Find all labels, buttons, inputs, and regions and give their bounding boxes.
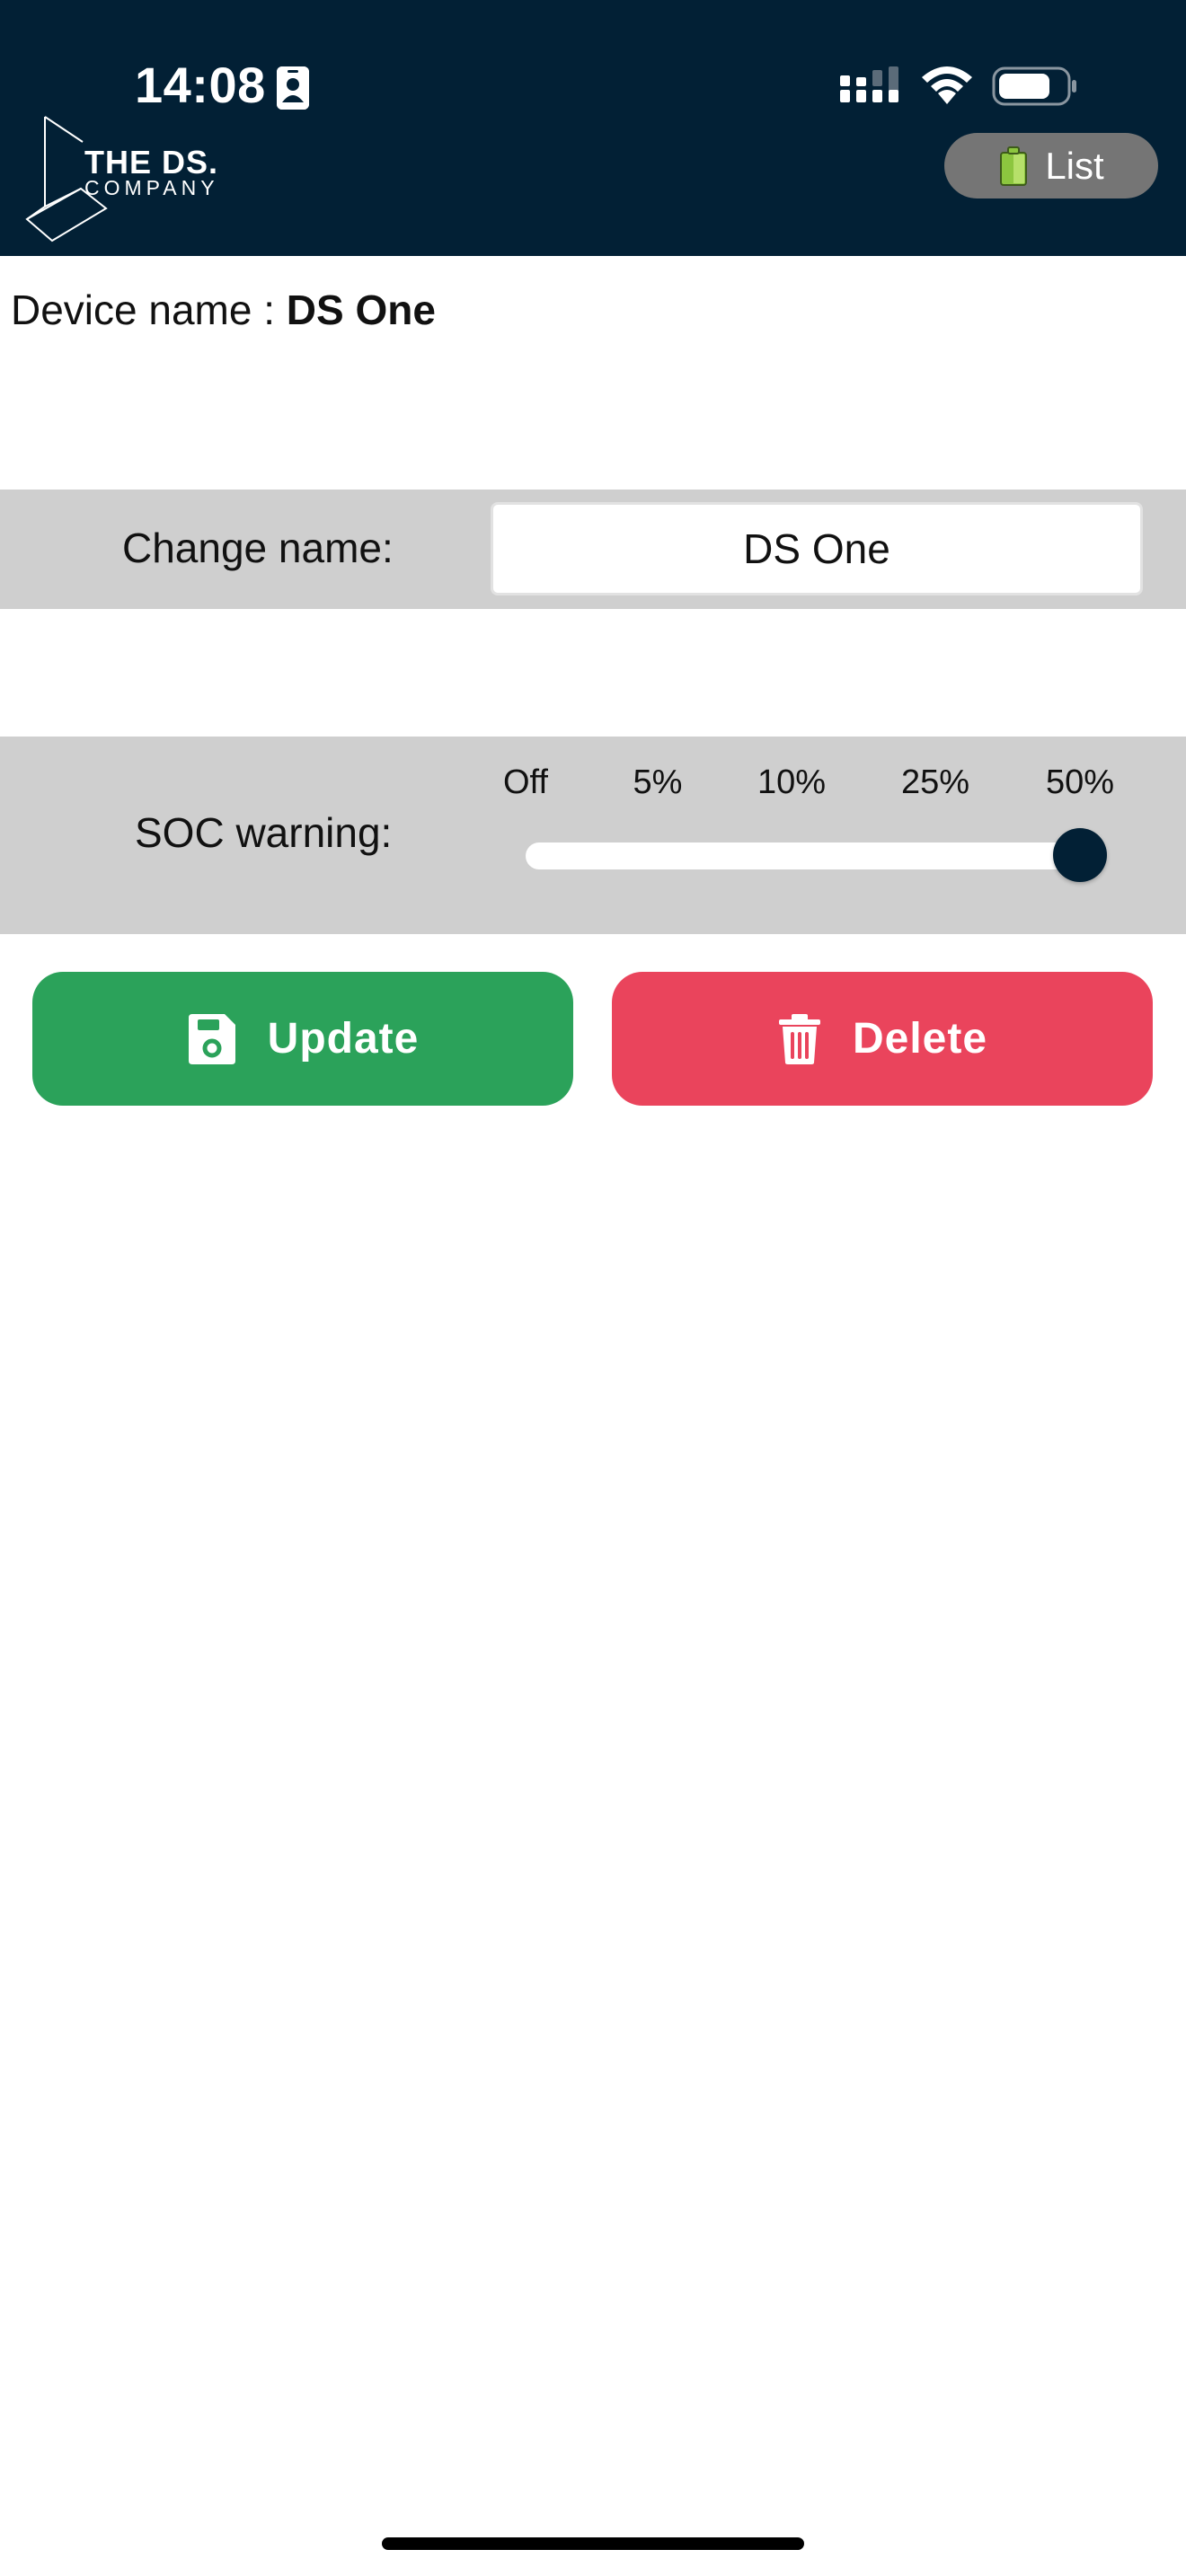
delete-button[interactable]: Delete: [612, 972, 1153, 1106]
list-button-label: List: [1045, 144, 1104, 187]
delete-button-label: Delete: [852, 1015, 988, 1063]
trash-icon: [778, 1013, 820, 1064]
soc-option-50[interactable]: 50%: [1046, 763, 1114, 802]
status-time: 14:08: [135, 57, 266, 113]
change-name-label: Change name:: [122, 525, 394, 571]
soc-slider-track[interactable]: [526, 842, 1101, 869]
floppy-disk-icon: [188, 1013, 235, 1064]
battery-list-icon: [1000, 146, 1028, 186]
device-name-label: Device name :: [11, 287, 287, 333]
soc-option-off[interactable]: Off: [503, 763, 548, 802]
app-header: 14:08 THE DS. COMPANY List: [0, 0, 1186, 256]
update-button[interactable]: Update: [32, 972, 573, 1106]
device-name-value: DS One: [286, 287, 436, 333]
soc-warning-label: SOC warning:: [135, 809, 393, 856]
wifi-icon: [922, 66, 972, 104]
soc-option-5[interactable]: 5%: [633, 763, 683, 802]
soc-warning-section: SOC warning: Off 5% 10% 25% 50%: [0, 737, 1186, 934]
cellular-signal-icon: [840, 66, 898, 102]
contact-card-icon: [277, 66, 309, 110]
soc-option-25[interactable]: 25%: [901, 763, 969, 802]
soc-slider-thumb[interactable]: [1053, 828, 1107, 882]
soc-option-10[interactable]: 10%: [757, 763, 826, 802]
list-button[interactable]: List: [944, 133, 1158, 198]
logo-subtitle: COMPANY: [84, 176, 219, 199]
change-name-section: Change name:: [0, 490, 1186, 609]
battery-icon: [992, 66, 1076, 106]
home-indicator[interactable]: [382, 2537, 804, 2550]
update-button-label: Update: [267, 1015, 420, 1063]
device-name-input[interactable]: [491, 502, 1143, 595]
device-name-row: Device name : DS One: [11, 286, 436, 334]
